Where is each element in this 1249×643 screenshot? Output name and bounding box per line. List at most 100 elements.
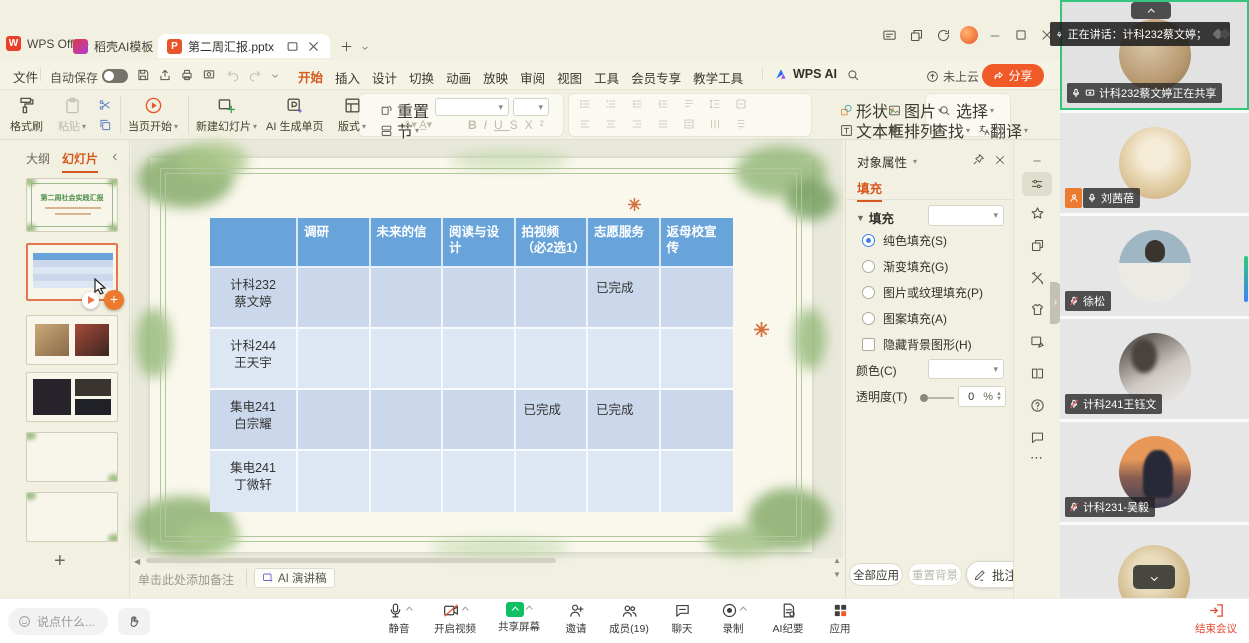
menu-tab-animation[interactable]: 动画 xyxy=(446,68,471,92)
menu-wps-ai[interactable]: WPS AI xyxy=(774,67,837,81)
participant-tile[interactable]: 徐松 xyxy=(1060,216,1249,316)
play-from-current-button[interactable]: 当页开始▾ xyxy=(128,96,178,134)
layout-button[interactable]: 版式▾ xyxy=(338,96,366,134)
end-meeting-button[interactable]: 结束会议 xyxy=(1190,602,1242,636)
minimize-icon[interactable] xyxy=(988,30,1002,42)
emoji-icon[interactable] xyxy=(18,615,31,628)
table-cell[interactable]: 已完成 xyxy=(588,268,661,329)
shapes-rail-icon[interactable] xyxy=(1030,238,1045,253)
ai-speech-button[interactable]: AI 演讲稿 xyxy=(254,568,335,588)
align-center-icon[interactable] xyxy=(604,118,618,130)
table-header-cell[interactable]: 阅读与设计 xyxy=(443,218,516,268)
share-screen-button[interactable]: 共享屏幕 xyxy=(486,602,552,634)
autosave-toggle[interactable] xyxy=(102,69,128,83)
table-cell[interactable] xyxy=(298,329,371,390)
table-cell[interactable] xyxy=(443,451,516,512)
table-cell[interactable]: 已完成 xyxy=(516,390,589,451)
menu-tab-member[interactable]: 会员专享 xyxy=(631,68,681,92)
menu-tab-slideshow[interactable]: 放映 xyxy=(483,68,508,92)
table-cell[interactable] xyxy=(371,268,444,329)
participant-tile[interactable]: 刘茜蓓 xyxy=(1060,113,1249,213)
more-rail-icon[interactable]: ⋯ xyxy=(1030,450,1044,466)
columns-icon[interactable] xyxy=(708,118,722,130)
menu-tab-teaching[interactable]: 教学工具 xyxy=(693,68,743,92)
format-painter-button[interactable]: 格式刷 xyxy=(10,96,43,134)
save-icon[interactable] xyxy=(136,68,150,82)
table-cell[interactable] xyxy=(516,268,589,329)
find-button[interactable]: 查找▾ xyxy=(932,118,970,142)
translate-button[interactable]: 翻译▾ xyxy=(978,118,1028,142)
slide-thumbnail-4[interactable] xyxy=(26,372,118,422)
table-cell[interactable] xyxy=(443,268,516,329)
skin-rail-icon[interactable] xyxy=(1030,302,1045,317)
undo-icon[interactable] xyxy=(226,68,240,82)
bold-button[interactable]: B xyxy=(468,118,484,132)
tab-slides[interactable]: 幻灯片 xyxy=(62,150,98,173)
hide-background-checkbox[interactable]: 隐藏背景图形(H) xyxy=(862,336,972,353)
progress-table[interactable]: 调研 未来的信 阅读与设计 拍视频（必2选1） 志愿服务 返母校宣传 计科232… xyxy=(210,218,733,512)
feedback-icon[interactable] xyxy=(882,28,897,43)
menu-tab-review[interactable]: 审阅 xyxy=(520,68,545,92)
slide-thumbnail-1[interactable]: 第二周社会实践汇报 xyxy=(26,178,118,232)
tab-outline[interactable]: 大纲 xyxy=(26,150,50,167)
help-rail-icon[interactable] xyxy=(1030,398,1045,413)
line-spacing-icon[interactable] xyxy=(708,98,722,110)
fill-texture-radio[interactable]: 图片或纹理填充(P) xyxy=(862,284,983,301)
collapse-rail-icon[interactable] xyxy=(1030,156,1044,166)
tab-close-icon[interactable] xyxy=(306,39,321,54)
spinner-arrows[interactable]: ▲▼ xyxy=(993,392,1005,402)
color-dropdown[interactable]: ▾ xyxy=(928,359,1004,379)
fill-section-header[interactable]: ▼填充 xyxy=(856,208,894,227)
menu-file[interactable]: 文件 xyxy=(13,67,38,91)
output-icon[interactable] xyxy=(158,68,172,82)
copy-icon[interactable] xyxy=(98,118,112,132)
horizontal-scrollbar[interactable] xyxy=(146,558,556,563)
distribute-icon[interactable] xyxy=(682,118,696,130)
slide-canvas[interactable]: 调研 未来的信 阅读与设计 拍视频（必2选1） 志愿服务 返母校宣传 计科232… xyxy=(150,158,812,552)
reset-background-button[interactable]: 重置背景 xyxy=(908,563,962,586)
table-cell[interactable] xyxy=(661,268,734,329)
decrease-indent-icon[interactable] xyxy=(630,98,644,110)
justify-icon[interactable] xyxy=(656,118,670,130)
table-cell[interactable] xyxy=(516,451,589,512)
increase-indent-icon[interactable] xyxy=(656,98,670,110)
table-cell[interactable]: 已完成 xyxy=(588,390,661,451)
menu-tab-transition[interactable]: 切换 xyxy=(409,68,434,92)
collapse-panel-top-button[interactable] xyxy=(1131,2,1171,19)
collapse-panel-icon[interactable] xyxy=(110,152,120,162)
object-properties-rail-button[interactable] xyxy=(1022,172,1052,196)
superscript-button[interactable]: X² xyxy=(525,118,551,132)
table-header-cell[interactable]: 志愿服务 xyxy=(588,218,661,268)
search-icon[interactable] xyxy=(846,68,860,82)
menu-tab-design[interactable]: 设计 xyxy=(372,68,397,92)
print-preview-icon[interactable] xyxy=(202,68,216,82)
new-tab-icon[interactable] xyxy=(340,40,353,53)
pin-icon[interactable] xyxy=(972,153,985,166)
table-cell[interactable]: 集电241 丁微轩 xyxy=(210,451,298,512)
new-slide-button[interactable]: 新建幻灯片▾ xyxy=(196,96,257,134)
strike-button[interactable]: S xyxy=(510,118,525,132)
tab-home-templates[interactable]: 稻壳AI模板 xyxy=(64,34,162,58)
new-slide-plus-button[interactable]: + xyxy=(54,550,66,573)
participant-tile-partial[interactable] xyxy=(1060,525,1249,598)
image-edit-rail-icon[interactable] xyxy=(1030,334,1045,349)
scroll-down-icon[interactable]: ▼ xyxy=(833,570,841,579)
maximize-icon[interactable] xyxy=(1014,28,1028,42)
paragraph-spacing-icon[interactable] xyxy=(734,118,748,130)
add-slide-button[interactable]: + xyxy=(104,290,124,310)
apps-button[interactable]: 应用 xyxy=(816,602,864,636)
table-cell[interactable] xyxy=(298,390,371,451)
switch-window-icon[interactable] xyxy=(909,28,924,43)
bullet-list-icon[interactable] xyxy=(578,98,592,110)
slide-thumbnail-6[interactable] xyxy=(26,492,118,542)
participant-tile[interactable]: 计科231-吴毅 xyxy=(1060,422,1249,522)
mute-button[interactable]: 静音 xyxy=(374,602,424,636)
table-cell[interactable]: 计科232 蔡文婷 xyxy=(210,268,298,329)
fill-pattern-radio[interactable]: 图案填充(A) xyxy=(862,310,947,327)
table-cell[interactable] xyxy=(588,329,661,390)
slide-thumbnail-3[interactable] xyxy=(26,315,118,365)
transparency-slider-track[interactable] xyxy=(928,397,954,399)
ai-generate-page-button[interactable]: AI 生成单页 xyxy=(266,96,323,134)
record-button[interactable]: 录制 xyxy=(706,602,760,636)
table-cell[interactable] xyxy=(516,329,589,390)
